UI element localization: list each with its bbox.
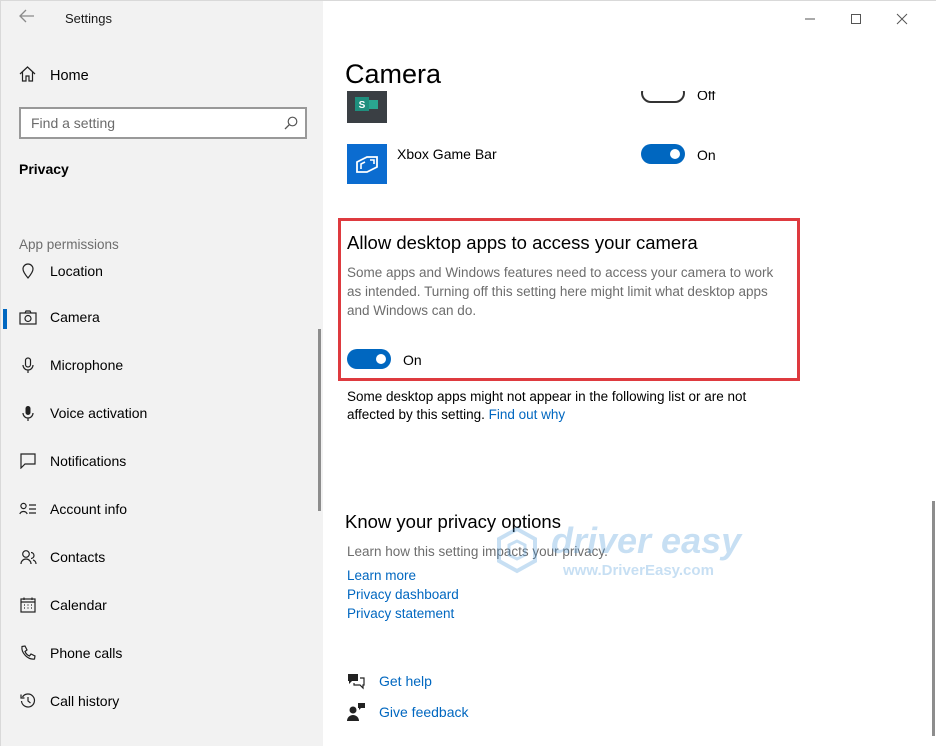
sidebar-item-label: Camera [50, 309, 100, 325]
location-icon [19, 262, 37, 280]
calendar-icon [19, 596, 37, 614]
search-icon[interactable] [283, 115, 299, 131]
sidebar-item-label: Calendar [50, 597, 107, 613]
call-history-icon [19, 692, 37, 710]
section-title-privacy: Privacy [19, 161, 69, 177]
maximize-icon [851, 14, 861, 24]
get-help-link[interactable]: Get help [379, 673, 432, 689]
sidebar-item-contacts[interactable]: Contacts [1, 539, 317, 575]
give-feedback-row[interactable]: Give feedback [345, 701, 469, 723]
sidebar-item-microphone[interactable]: Microphone [1, 347, 317, 383]
desktop-apps-description-line-1: Some apps and Windows features need to a… [347, 265, 774, 280]
active-indicator [3, 309, 7, 329]
home-icon [19, 65, 36, 87]
desktop-apps-toggle[interactable] [347, 349, 391, 369]
minimize-button[interactable] [787, 7, 833, 31]
sidebar-item-phone-calls[interactable]: Phone calls [1, 635, 317, 671]
app-name-xbox-game-bar: Xbox Game Bar [397, 146, 497, 162]
sidebar-item-label: Microphone [50, 357, 124, 373]
desktop-apps-heading: Allow desktop apps to access your camera [347, 232, 698, 253]
driver-easy-watermark: driver easy www.DriverEasy.com [493, 519, 763, 589]
sidebar-item-account-info[interactable]: Account info [1, 491, 317, 527]
notifications-icon [19, 452, 37, 470]
sidebar-item-label: Call history [50, 693, 120, 709]
microphone-icon [19, 356, 37, 374]
desktop-apps-description-line-3: and Windows can do. [347, 303, 477, 318]
xbox-game-bar-icon [347, 144, 387, 184]
sidebar-item-calendar[interactable]: Calendar [1, 587, 317, 623]
privacy-dashboard-link[interactable]: Privacy dashboard [347, 587, 459, 602]
svg-text:S: S [359, 100, 366, 111]
back-arrow-icon[interactable] [15, 9, 39, 29]
close-icon [896, 13, 908, 25]
sidebar-item-call-history[interactable]: Call history [1, 683, 317, 719]
sidebar: Settings Home Privacy App permissions Lo… [1, 1, 323, 746]
toggle-label: Off [697, 87, 716, 103]
sidebar-scrollbar[interactable] [318, 329, 321, 511]
window-controls [787, 7, 925, 31]
privacy-statement-link[interactable]: Privacy statement [347, 606, 454, 621]
camera-icon [19, 308, 37, 326]
maximize-button[interactable] [833, 7, 879, 31]
sidebar-item-label: Notifications [50, 453, 127, 469]
minimize-icon [805, 18, 815, 20]
group-label-app-permissions: App permissions [19, 237, 119, 252]
sidebar-item-label: Location [50, 263, 103, 279]
contacts-icon [19, 548, 37, 566]
sidebar-item-label: Account info [50, 501, 128, 517]
sidebar-item-label: Phone calls [50, 645, 123, 661]
desktop-apps-description-line-2: as intended. Turning off this setting he… [347, 284, 768, 299]
toggle-label: On [697, 147, 716, 163]
window-title: Settings [65, 11, 112, 26]
main-scrollbar[interactable] [932, 501, 935, 736]
sidebar-item-label: Voice activation [50, 405, 148, 421]
note-text: affected by this setting. [347, 407, 485, 422]
sway-toggle[interactable] [641, 91, 685, 103]
sidebar-item-notifications[interactable]: Notifications [1, 443, 317, 479]
phone-icon [19, 644, 37, 662]
sidebar-item-location[interactable]: Location [1, 253, 317, 289]
voice-activation-icon [19, 404, 37, 422]
toggle-knob [376, 354, 386, 364]
desktop-apps-note-line-2: affected by this setting. Find out why [347, 406, 565, 424]
desktop-apps-toggle-label: On [403, 352, 422, 368]
close-button[interactable] [879, 7, 925, 31]
sidebar-item-camera[interactable]: Camera [1, 299, 317, 335]
sidebar-item-voice-activation[interactable]: Voice activation [1, 395, 317, 431]
desktop-apps-note-line-1: Some desktop apps might not appear in th… [347, 389, 747, 404]
learn-more-link[interactable]: Learn more [347, 568, 416, 583]
xbox-game-bar-toggle[interactable] [641, 144, 685, 164]
nav-home[interactable]: Home [19, 65, 89, 87]
give-feedback-link[interactable]: Give feedback [379, 704, 469, 720]
watermark-brand: driver easy [551, 520, 743, 561]
get-help-icon [345, 670, 367, 692]
search-input[interactable] [21, 109, 271, 137]
give-feedback-icon [345, 701, 367, 723]
app-row-xbox-game-bar: Xbox Game Bar On [347, 144, 767, 184]
sidebar-item-more[interactable] [1, 729, 317, 746]
find-out-why-link[interactable]: Find out why [489, 407, 566, 422]
sidebar-item-label: Contacts [50, 549, 106, 565]
search-box[interactable] [19, 107, 307, 139]
get-help-row[interactable]: Get help [345, 670, 432, 692]
settings-window: Settings Home Privacy App permissions Lo… [0, 0, 936, 746]
main-pane: Camera S Off Xbox Game Bar On Allow desk… [323, 1, 936, 746]
page-title: Camera [345, 59, 442, 89]
account-info-icon [19, 500, 37, 518]
nav-home-label: Home [50, 68, 89, 84]
toggle-knob [670, 149, 680, 159]
watermark-url: www.DriverEasy.com [562, 562, 714, 579]
